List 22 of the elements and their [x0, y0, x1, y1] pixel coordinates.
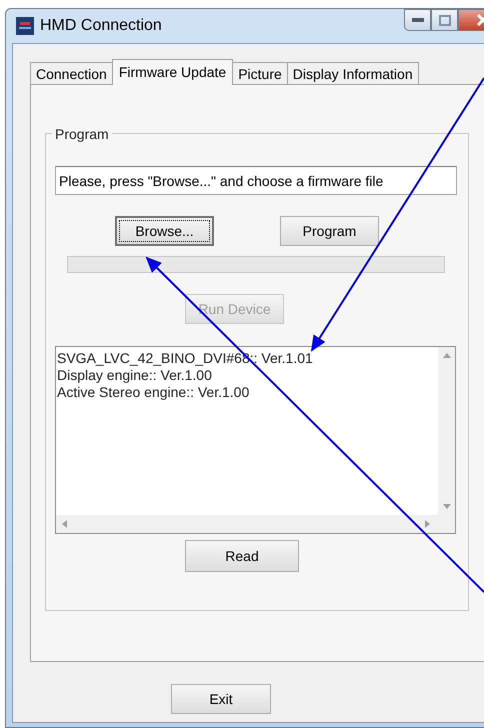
scroll-down-icon[interactable] [442, 504, 450, 509]
minimize-button[interactable] [404, 9, 431, 31]
browse-button[interactable]: Browse... [115, 216, 214, 246]
vertical-scrollbar[interactable] [438, 347, 455, 515]
maximize-button[interactable] [431, 9, 458, 31]
scroll-left-icon[interactable] [62, 520, 67, 528]
minimize-icon [412, 18, 424, 22]
program-button[interactable]: Program [280, 216, 379, 246]
horizontal-scrollbar[interactable] [56, 515, 455, 533]
window-title: HMD Connection [40, 16, 162, 36]
tab[interactable]: Display Information [286, 62, 419, 84]
tab[interactable]: Connection [30, 62, 113, 84]
log-line: Display engine:: Ver.1.00 [57, 367, 213, 384]
tab[interactable]: Firmware Update [112, 59, 234, 85]
log-line: Active Stereo engine:: Ver.1.00 [57, 384, 250, 401]
read-button[interactable]: Read [185, 540, 299, 572]
scroll-right-icon[interactable] [425, 520, 430, 528]
scroll-up-icon[interactable] [442, 353, 450, 358]
app-logo-icon [16, 17, 34, 35]
exit-button[interactable]: Exit [171, 684, 271, 714]
maximize-icon [438, 14, 450, 26]
file-path-field[interactable]: Please, press "Browse..." and choose a firmware file [55, 166, 457, 195]
